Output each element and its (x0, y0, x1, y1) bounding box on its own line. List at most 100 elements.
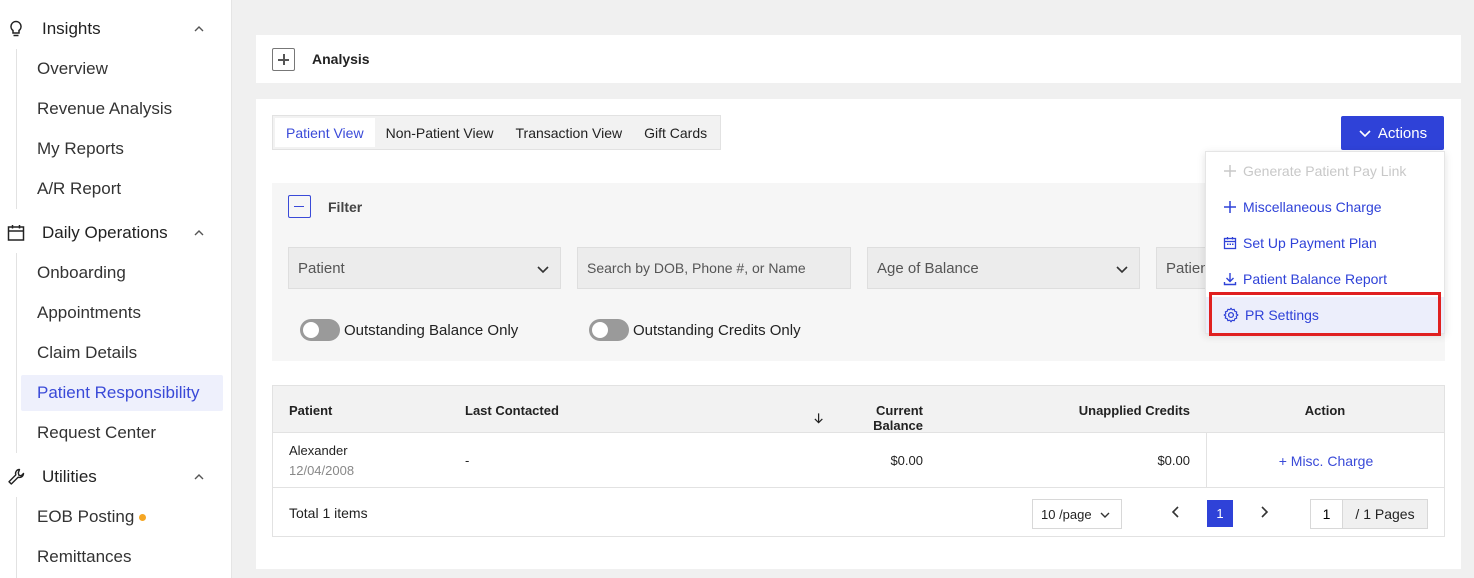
calendar-icon (7, 225, 25, 241)
chevron-up-icon (194, 230, 204, 236)
total-items: Total 1 items (289, 505, 368, 521)
page-1-button[interactable]: 1 (1207, 500, 1233, 527)
plus-icon (1224, 201, 1236, 213)
sidebar-group-label: Insights (42, 19, 101, 38)
search-input[interactable] (577, 247, 851, 289)
chevron-up-icon (194, 474, 204, 480)
sidebar-item-label: EOB Posting (37, 507, 135, 526)
notification-dot (139, 514, 147, 521)
table-row: Alexander 12/04/2008 - $0.00 $0.00 + Mis… (273, 433, 1444, 488)
sidebar-group-daily-operations[interactable]: Daily Operations (0, 213, 232, 253)
sidebar-tree-line (16, 49, 17, 209)
gear-icon (1223, 307, 1239, 323)
tab-gift-cards[interactable]: Gift Cards (633, 118, 718, 147)
last-contacted: - (465, 453, 470, 468)
goto-page-input[interactable] (1311, 500, 1343, 528)
sidebar-item-overview[interactable]: Overview (21, 51, 223, 87)
sidebar-item-request-center[interactable]: Request Center (21, 415, 223, 451)
total-pages: / 1 Pages (1343, 500, 1427, 528)
sidebar-item-revenue-analysis[interactable]: Revenue Analysis (21, 91, 223, 127)
age-select-value: Age of Balance (877, 259, 979, 277)
sidebar-item-claim-details[interactable]: Claim Details (21, 335, 223, 371)
misc-charge-link[interactable]: + Misc. Charge (1207, 453, 1445, 469)
sidebar-item-appointments[interactable]: Appointments (21, 295, 223, 331)
chevron-down-icon (1359, 130, 1371, 138)
age-of-balance-select[interactable]: Age of Balance (867, 247, 1140, 289)
patient-table: Patient Last Contacted Current Balance U… (272, 385, 1445, 537)
chevron-down-icon (1116, 266, 1128, 274)
sidebar-item-patient-responsibility[interactable]: Patient Responsibility (21, 375, 223, 411)
sort-down-icon (814, 413, 823, 424)
outstanding-credits-toggle[interactable] (589, 319, 629, 341)
patient-name[interactable]: Alexander (289, 443, 348, 458)
menu-item-miscellaneous-charge[interactable]: Miscellaneous Charge (1206, 189, 1444, 225)
outstanding-balance-toggle-row: Outstanding Balance Only (300, 319, 518, 341)
sidebar-item-ar-report[interactable]: A/R Report (21, 171, 223, 207)
goto-page: / 1 Pages (1310, 499, 1428, 529)
outstanding-credits-toggle-row: Outstanding Credits Only (589, 319, 801, 341)
plus-icon (1224, 165, 1236, 177)
sidebar-item-remittances[interactable]: Remittances (21, 539, 223, 575)
tab-patient-view[interactable]: Patient View (275, 118, 375, 147)
actions-button[interactable]: Actions (1341, 116, 1444, 150)
menu-item-label: PR Settings (1245, 307, 1319, 323)
download-icon (1223, 273, 1237, 286)
outstanding-balance-toggle[interactable] (300, 319, 340, 341)
analysis-card: Analysis (256, 35, 1461, 83)
sidebar-group-label: Daily Operations (42, 223, 168, 242)
wrench-icon (8, 468, 25, 485)
table-header: Patient Last Contacted Current Balance U… (273, 386, 1444, 433)
collapse-filter-button[interactable] (288, 195, 311, 218)
col-current-balance-label: Current Balance (873, 403, 923, 433)
outstanding-credits-label: Outstanding Credits Only (633, 321, 801, 339)
menu-item-pr-settings[interactable]: PR Settings (1206, 297, 1444, 333)
col-patient[interactable]: Patient (289, 403, 332, 418)
col-last-contacted[interactable]: Last Contacted (465, 403, 559, 418)
unapplied-credits: $0.00 (1157, 453, 1190, 468)
current-balance: $0.00 (890, 453, 923, 468)
page-size-select[interactable]: 10 /page (1032, 499, 1122, 529)
chevron-down-icon (1100, 512, 1110, 518)
sidebar-item-eob-posting[interactable]: EOB Posting (21, 499, 223, 535)
menu-item-label: Set Up Payment Plan (1243, 235, 1377, 251)
col-current-balance[interactable]: Current Balance (813, 403, 923, 433)
table-pagination: Total 1 items 10 /page 1 / 1 Pages (273, 488, 1444, 536)
analysis-title: Analysis (312, 51, 370, 67)
tab-transaction-view[interactable]: Transaction View (505, 118, 634, 147)
patient-select-value: Patient (298, 259, 345, 277)
patient-status-select-value: Patien (1166, 259, 1209, 277)
sidebar: Insights Overview Revenue Analysis My Re… (0, 0, 232, 578)
col-action: Action (1304, 403, 1346, 418)
menu-item-generate-pay-link: Generate Patient Pay Link (1206, 153, 1444, 189)
sidebar-group-utilities[interactable]: Utilities (0, 457, 232, 497)
chevron-down-icon (537, 266, 549, 274)
menu-item-label: Patient Balance Report (1243, 271, 1387, 287)
chevron-up-icon (194, 26, 204, 32)
sidebar-tree-line (16, 253, 17, 453)
prev-page-icon[interactable] (1169, 505, 1183, 519)
tab-non-patient-view[interactable]: Non-Patient View (375, 118, 505, 147)
sidebar-item-my-reports[interactable]: My Reports (21, 131, 223, 167)
actions-label: Actions (1377, 124, 1428, 142)
expand-analysis-button[interactable] (272, 48, 295, 71)
sidebar-item-onboarding[interactable]: Onboarding (21, 255, 223, 291)
sidebar-group-insights[interactable]: Insights (0, 9, 232, 49)
menu-item-label: Generate Patient Pay Link (1243, 163, 1407, 179)
calendar-icon (1223, 237, 1237, 250)
sidebar-tree-line (16, 497, 17, 578)
outstanding-balance-label: Outstanding Balance Only (344, 321, 519, 339)
menu-item-set-up-payment-plan[interactable]: Set Up Payment Plan (1206, 225, 1444, 261)
sidebar-group-label: Utilities (42, 467, 97, 486)
patient-select[interactable]: Patient (288, 247, 561, 289)
actions-menu: Generate Patient Pay Link Miscellaneous … (1205, 151, 1445, 334)
action-cell: + Misc. Charge (1206, 433, 1444, 487)
next-page-icon[interactable] (1257, 505, 1271, 519)
filter-title: Filter (328, 199, 363, 215)
col-unapplied-credits[interactable]: Unapplied Credits (1053, 403, 1190, 418)
top-strip (233, 0, 1474, 10)
view-tabs: Patient View Non-Patient View Transactio… (272, 115, 722, 150)
lightbulb-icon (10, 20, 22, 37)
page-size-value: 10 /page (1041, 506, 1092, 522)
menu-item-label: Miscellaneous Charge (1243, 199, 1382, 215)
menu-item-patient-balance-report[interactable]: Patient Balance Report (1206, 261, 1444, 297)
